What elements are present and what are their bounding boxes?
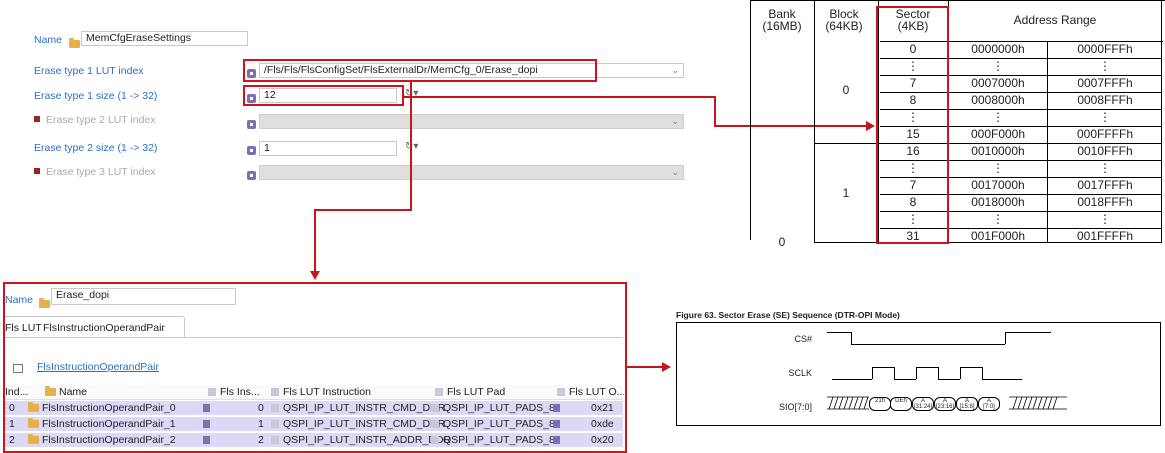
highlight-sector-column	[876, 6, 949, 244]
top-config-panel: Name MemCfgEraseSettings Erase type 1 LU…	[0, 0, 1165, 180]
parameter-icon	[247, 171, 256, 180]
sio-data-box: A [23:16]	[934, 397, 956, 411]
connector-line	[314, 209, 316, 272]
highlight-erase-type-1-size	[243, 85, 404, 106]
connector-line	[404, 96, 715, 98]
address-start-cell: ⋮	[992, 58, 1004, 73]
address-range-header: Address Range	[1013, 13, 1097, 27]
parameter-icon	[247, 120, 256, 129]
address-start-cell: 0000000h	[971, 42, 1025, 56]
address-end-cell: ⋮	[1099, 161, 1111, 176]
address-end-cell: 0008FFFh	[1077, 92, 1133, 107]
address-end-cell: 000FFFFh	[1076, 126, 1133, 141]
erase-type-2-lut-index-label: Erase type 2 LUT index	[34, 114, 156, 126]
address-start-cell: 0007000h	[971, 75, 1025, 90]
sio-data-box: A [7:0]	[978, 397, 1000, 411]
address-start-cell: 0010000h	[971, 144, 1025, 159]
erase-type-2-size-label: Erase type 2 size (1 -> 32)	[34, 142, 158, 154]
highlight-bottom-panel	[3, 282, 627, 453]
chevron-down-icon: ⌄	[671, 167, 679, 177]
chevron-down-icon[interactable]: ⌄	[671, 64, 679, 77]
bank-0-label: 0	[778, 235, 786, 249]
connector-line	[714, 125, 868, 127]
sio-data-box: DEh	[890, 397, 912, 411]
address-start-cell: 001F000h	[970, 228, 1026, 243]
sio-data-box: A [15:8]	[956, 397, 978, 411]
connector-line	[627, 366, 663, 368]
erase-type-2-size-input[interactable]: 1	[259, 141, 397, 156]
address-end-cell: ⋮	[1099, 212, 1111, 226]
address-end-cell: ⋮	[1099, 109, 1111, 124]
figure-title: Figure 63. Sector Erase (SE) Sequence (D…	[676, 310, 900, 320]
block-1-label: 1	[842, 186, 850, 200]
address-end-cell: 0017FFFh	[1077, 178, 1133, 193]
address-start-cell: ⋮	[992, 212, 1004, 226]
block-header: Block (64KB)	[825, 7, 863, 33]
name-field[interactable]: MemCfgEraseSettings	[81, 31, 248, 46]
address-end-cell: 001FFFFh	[1076, 228, 1133, 243]
arrow-right-icon	[662, 362, 671, 372]
address-end-cell: 0007FFFh	[1077, 75, 1133, 90]
erase-type-2-lut-index-select: ⌄	[259, 114, 684, 129]
address-start-cell: 000F000h	[970, 126, 1026, 141]
block-0-label: 0	[842, 83, 850, 97]
erase-type-1-lut-index-label: Erase type 1 LUT index	[34, 65, 144, 77]
folder-icon	[69, 38, 80, 48]
highlight-erase-type-1-lut	[243, 59, 597, 82]
address-end-cell: 0018FFFh	[1077, 195, 1133, 210]
connector-line	[410, 82, 412, 210]
connector-line	[714, 96, 716, 126]
timing-figure: Figure 63. Sector Erase (SE) Sequence (D…	[672, 305, 1165, 430]
signal-cs: CS#	[794, 334, 812, 344]
address-end-cell: ⋮	[1099, 58, 1111, 73]
bank-header: Bank (16MB)	[762, 7, 802, 33]
address-start-cell: 0008000h	[971, 92, 1025, 107]
erase-type-1-size-label: Erase type 1 size (1 -> 32)	[34, 90, 158, 102]
name-label: Name	[34, 34, 63, 46]
address-start-cell: ⋮	[992, 109, 1004, 124]
address-start-cell: 0018000h	[971, 195, 1025, 210]
address-start-cell: 0017000h	[971, 178, 1025, 193]
address-end-cell: 0010FFFh	[1077, 144, 1133, 159]
address-end-cell: 0000FFFh	[1077, 42, 1133, 56]
sio-data-box: A [31:24]	[912, 397, 934, 411]
parameter-icon	[247, 146, 256, 155]
address-start-cell: ⋮	[992, 161, 1004, 176]
connector-line	[315, 209, 412, 211]
chevron-down-icon: ⌄	[671, 116, 679, 126]
erase-type-3-lut-index-label: Erase type 3 LUT index	[34, 166, 156, 178]
erase-type-3-lut-index-select: ⌄	[259, 165, 684, 180]
signal-sclk: SCLK	[788, 368, 812, 378]
arrow-down-icon	[310, 271, 320, 280]
arrow-right-icon	[866, 121, 875, 131]
signal-sio: SIO[7:0]	[778, 402, 812, 412]
sio-data-box: 21h	[869, 397, 891, 411]
